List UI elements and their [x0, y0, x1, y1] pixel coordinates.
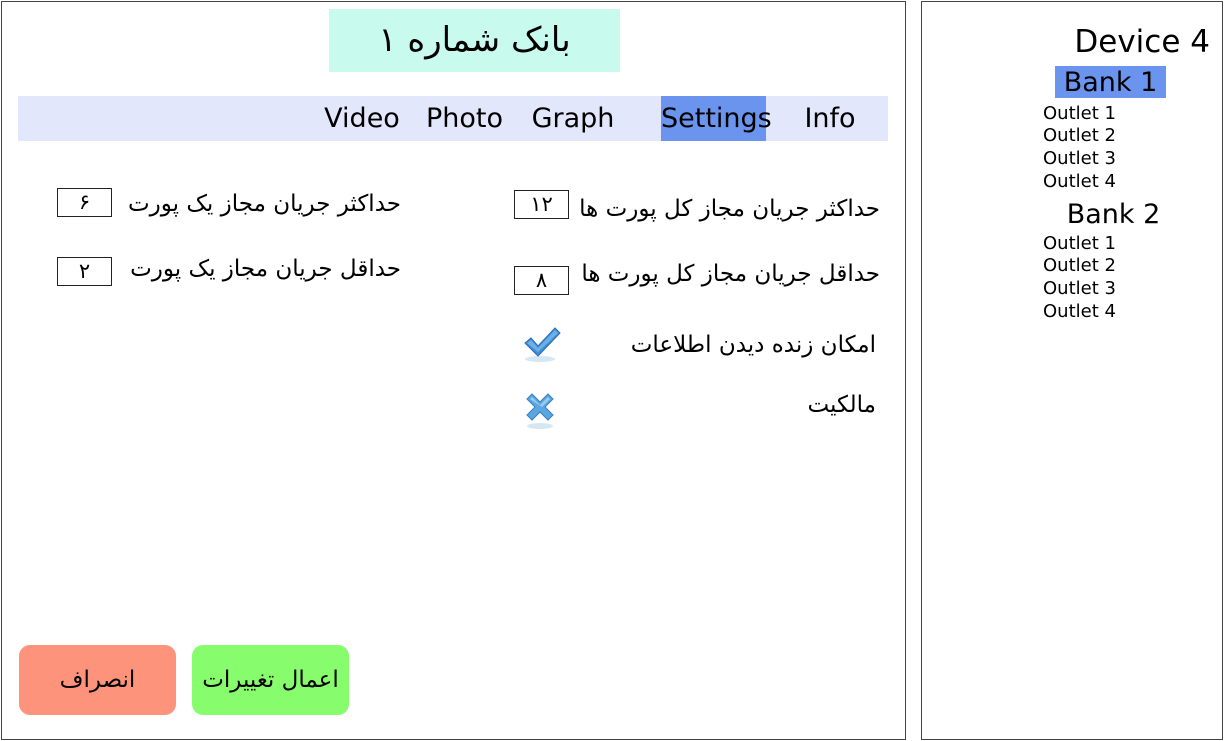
cross-icon[interactable]	[522, 390, 562, 430]
max-total-current-input[interactable]: ۱۲	[514, 190, 569, 219]
sidebar-bank-2-outlet-2[interactable]: Outlet 2	[1043, 255, 1116, 277]
sidebar-bank-2[interactable]: Bank 2	[1058, 198, 1169, 230]
sidebar-bank-2-outlet-4[interactable]: Outlet 4	[1043, 301, 1116, 323]
min-port-current-label: حداقل جریان مجاز یک پورت	[130, 256, 401, 282]
sidebar-bank-2-outlet-1[interactable]: Outlet 1	[1043, 233, 1116, 255]
sidebar-bank-2-outlet-3[interactable]: Outlet 3	[1043, 278, 1116, 300]
check-icon[interactable]	[522, 324, 562, 364]
min-total-current-label: حداقل جریان مجاز کل پورت ها	[581, 261, 880, 287]
sidebar-bank-1-outlet-2[interactable]: Outlet 2	[1043, 125, 1116, 147]
tab-bar: Video Photo Graph Settings Info	[18, 96, 888, 141]
tab-video[interactable]: Video	[318, 96, 406, 141]
live-view-label: امکان زنده دیدن اطلاعات	[630, 332, 876, 358]
tab-info[interactable]: Info	[800, 96, 860, 141]
tab-graph[interactable]: Graph	[528, 96, 618, 141]
min-total-current-input[interactable]: ۸	[514, 266, 569, 295]
apply-changes-button[interactable]: اعمال تغییرات	[192, 645, 349, 715]
cancel-button[interactable]: انصراف	[19, 645, 176, 715]
max-total-current-label: حداکثر جریان مجاز کل پورت ها	[579, 196, 880, 222]
device-title: Device 4	[1074, 24, 1210, 60]
sidebar-bank-1-outlet-3[interactable]: Outlet 3	[1043, 148, 1116, 170]
max-port-current-label: حداکثر جریان مجاز یک پورت	[127, 191, 401, 217]
ownership-label: مالکیت	[807, 392, 876, 418]
min-port-current-input[interactable]: ۲	[57, 257, 112, 286]
max-port-current-input[interactable]: ۶	[57, 188, 112, 217]
sidebar-bank-1[interactable]: Bank 1	[1055, 66, 1166, 98]
sidebar-bank-1-outlet-1[interactable]: Outlet 1	[1043, 103, 1116, 125]
sidebar-bank-1-outlet-4[interactable]: Outlet 4	[1043, 171, 1116, 193]
tab-settings[interactable]: Settings	[661, 96, 772, 141]
page-title: بانک شماره ۱	[329, 9, 620, 72]
tab-photo[interactable]: Photo	[422, 96, 507, 141]
